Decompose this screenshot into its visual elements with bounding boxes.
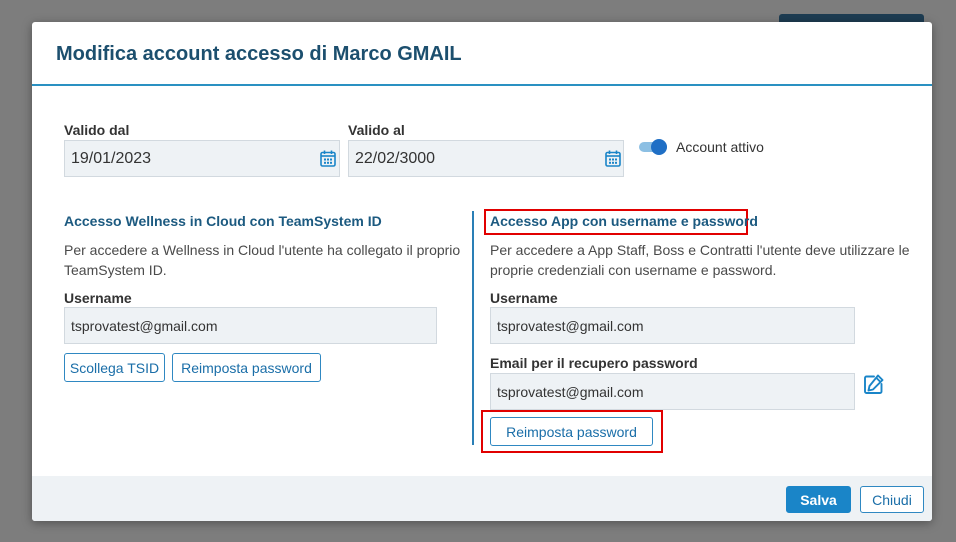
app-access-section-title: Accesso App con username e password	[490, 213, 758, 229]
account-active-label: Account attivo	[676, 139, 764, 155]
wellness-reset-password-button[interactable]: Reimposta password	[172, 353, 321, 382]
app-username-label: Username	[490, 290, 558, 306]
save-button[interactable]: Salva	[786, 486, 851, 513]
calendar-icon[interactable]	[320, 150, 336, 167]
wellness-username-label: Username	[64, 290, 132, 306]
valid-to-label: Valido al	[348, 122, 405, 138]
edit-access-account-modal: Modifica account accesso di Marco GMAIL …	[32, 22, 932, 521]
wellness-section-title: Accesso Wellness in Cloud con TeamSystem…	[64, 213, 382, 229]
wellness-username-input[interactable]	[64, 307, 437, 344]
modal-title: Modifica account accesso di Marco GMAIL	[56, 43, 462, 65]
recovery-email-input[interactable]	[490, 373, 855, 410]
section-divider	[472, 211, 474, 445]
app-access-description: Per accedere a App Staff, Boss e Contrat…	[490, 242, 910, 278]
wellness-description: Per accedere a Wellness in Cloud l'utent…	[64, 242, 461, 278]
unlink-tsid-button[interactable]: Scollega TSID	[64, 353, 165, 382]
account-active-toggle[interactable]	[639, 139, 667, 155]
valid-from-input[interactable]	[64, 140, 340, 177]
edit-icon[interactable]	[863, 373, 885, 395]
calendar-icon[interactable]	[605, 150, 621, 167]
app-reset-password-button[interactable]: Reimposta password	[490, 417, 653, 446]
modal-header: Modifica account accesso di Marco GMAIL	[32, 22, 932, 86]
valid-from-label: Valido dal	[64, 122, 130, 138]
modal-footer: Salva Chiudi	[32, 476, 932, 521]
app-username-input[interactable]	[490, 307, 855, 344]
close-button[interactable]: Chiudi	[860, 486, 924, 513]
recovery-email-label: Email per il recupero password	[490, 355, 698, 371]
toggle-knob	[651, 139, 667, 155]
valid-to-input[interactable]	[348, 140, 624, 177]
